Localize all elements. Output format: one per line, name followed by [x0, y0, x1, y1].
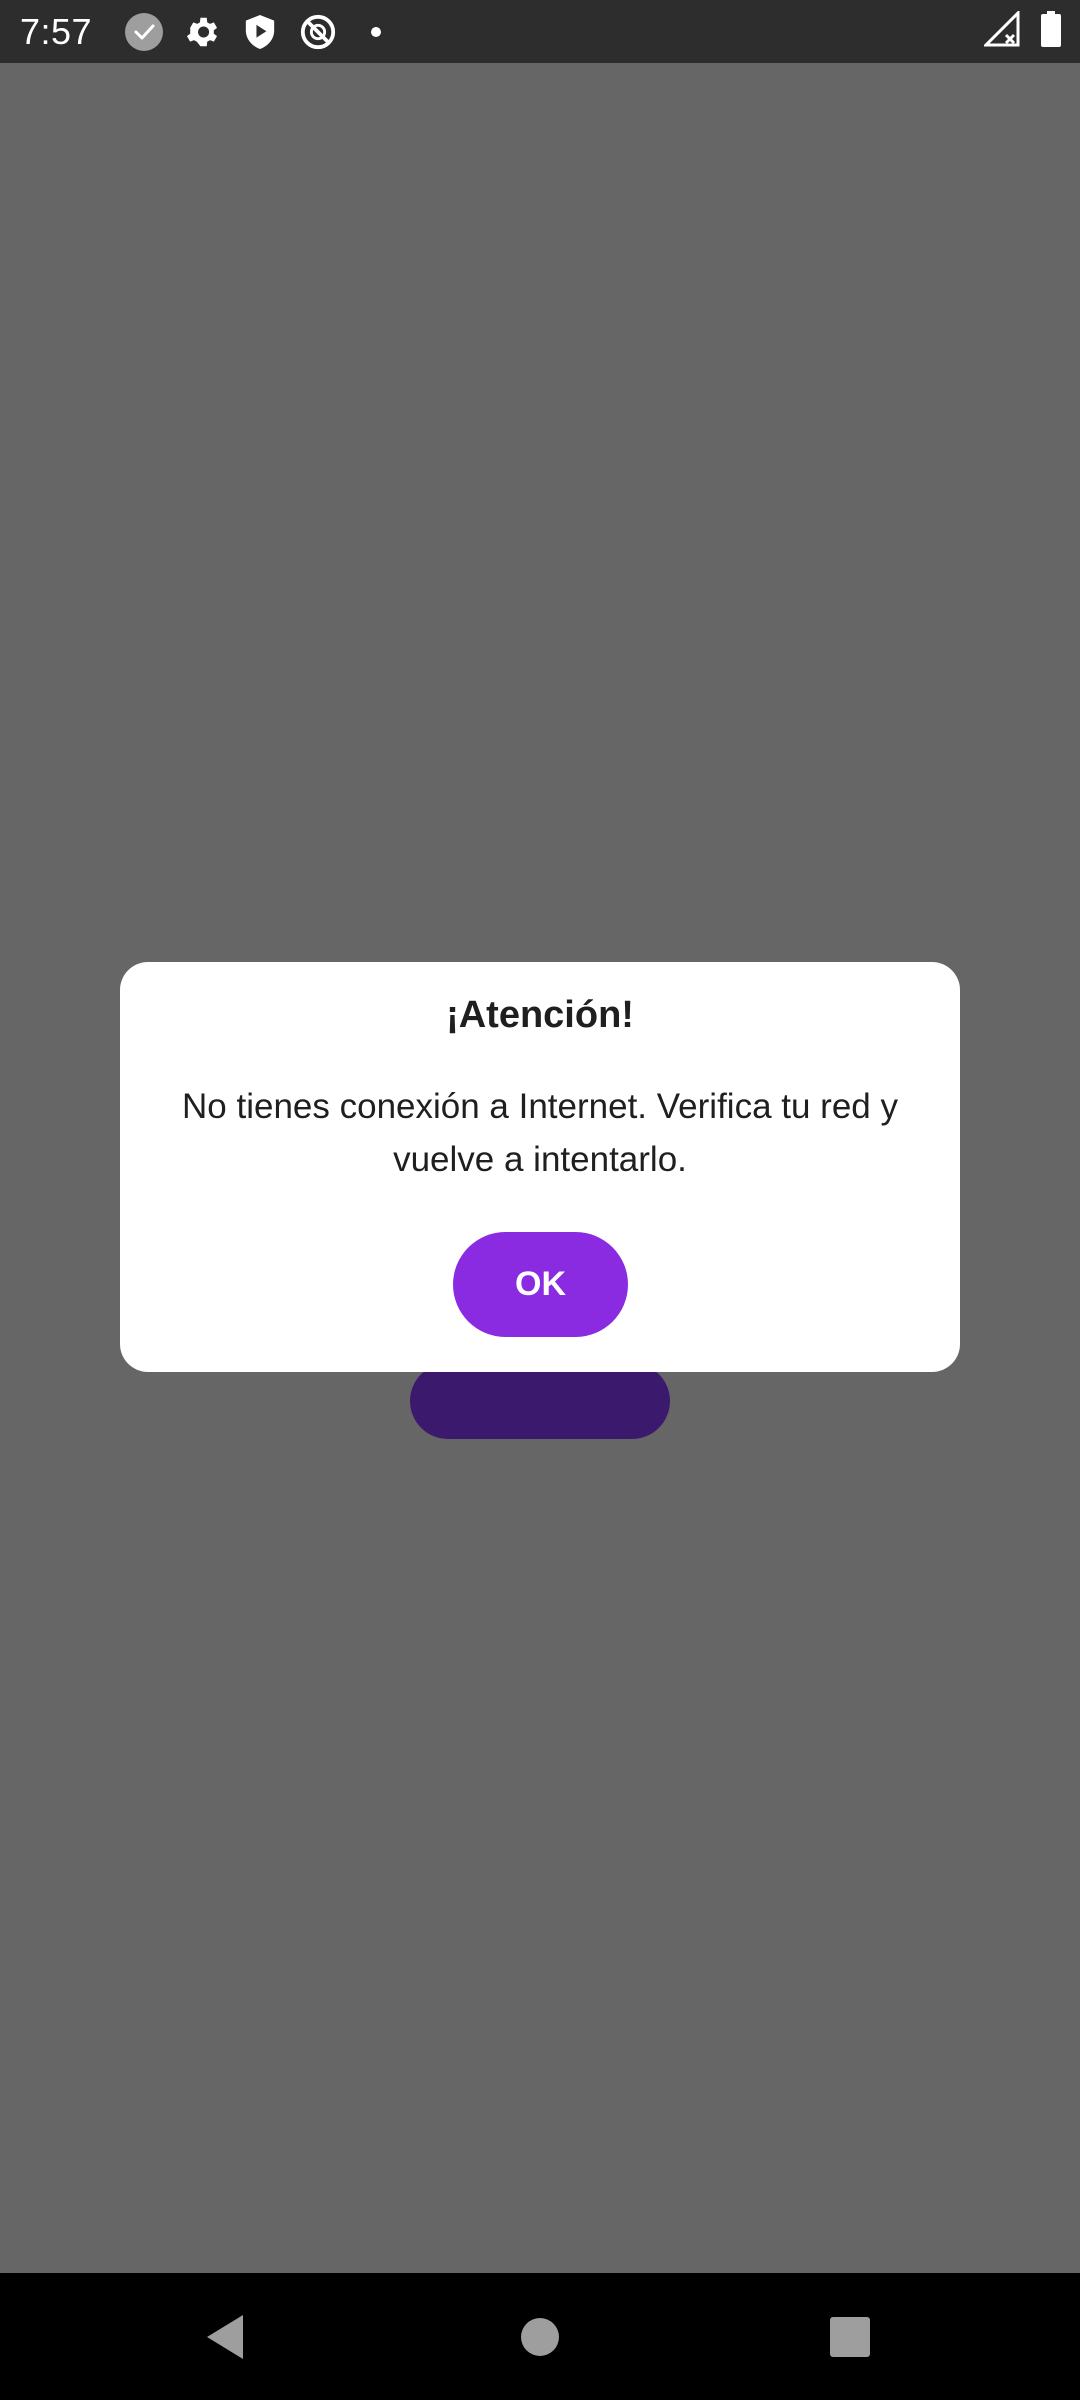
navigation-bar: [0, 2273, 1080, 2400]
screen: 7:57 ¡Atención! No tienes conexión a Int…: [0, 0, 1080, 2400]
back-button[interactable]: [165, 2273, 285, 2400]
alert-dialog: ¡Atención! No tienes conexión a Internet…: [120, 962, 960, 1372]
status-icons-right: [982, 0, 1062, 63]
home-icon: [521, 2317, 559, 2356]
battery-icon: [1040, 11, 1062, 52]
signal-no-connection-icon: [982, 9, 1020, 52]
status-bar: 7:57: [0, 0, 1080, 63]
gear-icon: [182, 12, 222, 52]
status-icons-left: [124, 12, 396, 52]
back-icon: [207, 2314, 243, 2359]
status-time: 7:57: [20, 10, 93, 52]
ok-button[interactable]: OK: [453, 1232, 628, 1337]
background-button: [410, 1363, 670, 1439]
dialog-title: ¡Atención!: [446, 994, 634, 1036]
check-circle-icon: [124, 12, 164, 52]
home-button[interactable]: [480, 2273, 600, 2400]
dialog-message: No tienes conexión a Internet. Verifica …: [182, 1087, 898, 1179]
recents-icon: [830, 2316, 870, 2357]
dot-icon: [356, 12, 396, 52]
recents-button[interactable]: [790, 2273, 910, 2400]
circle-slash-icon: [298, 12, 338, 52]
shield-play-icon: [240, 12, 280, 52]
